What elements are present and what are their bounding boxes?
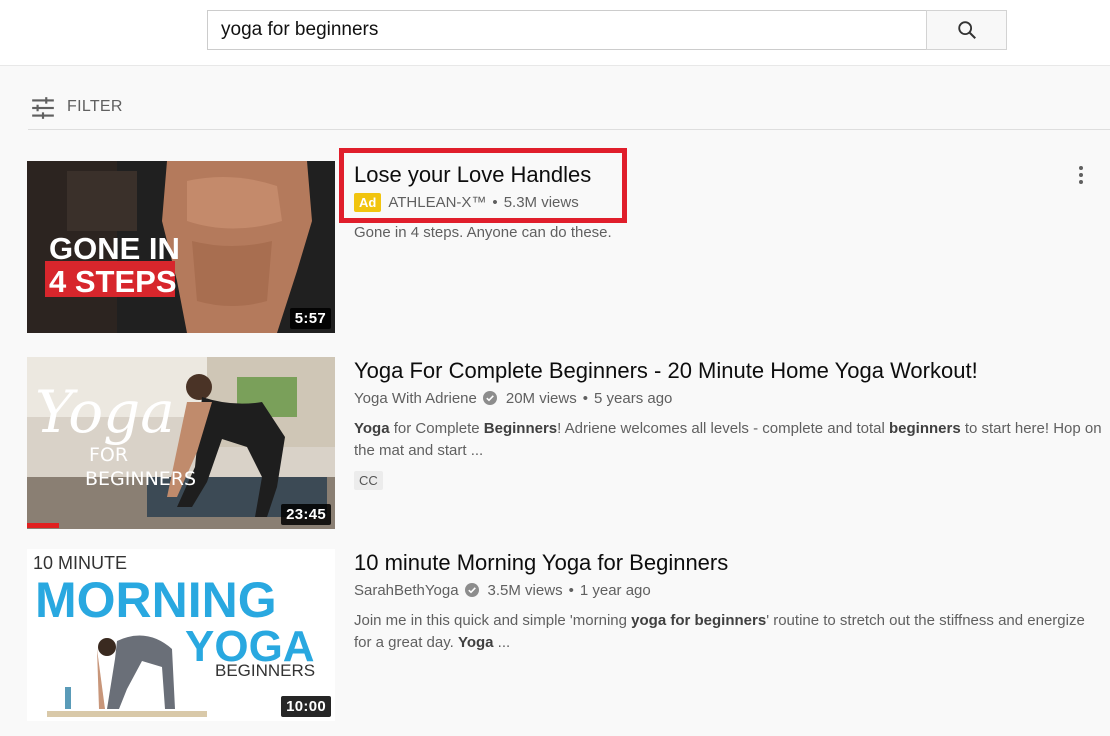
video-description: Join me in this quick and simple 'mornin… <box>354 612 1085 651</box>
search-result: Yoga FOR BEGINNERS 23:45 Yoga For Comple… <box>27 357 1110 529</box>
video-duration: 5:57 <box>289 308 331 329</box>
search-result-ad: GONE IN 4 STEPS 5:57 Lose your Love Hand… <box>27 161 1110 336</box>
video-description: Gone in 4 steps. Anyone can do these. <box>354 224 612 241</box>
desc-bold: Beginners <box>483 420 558 437</box>
upload-age: 1 year ago <box>579 581 651 599</box>
separator-dot: • <box>492 193 498 211</box>
thumb-text-line2: 4 STEPS <box>49 264 177 299</box>
verified-icon <box>482 391 497 405</box>
search-button[interactable] <box>926 10 1007 50</box>
video-duration: 23:45 <box>281 504 331 525</box>
video-meta: Ad ATHLEAN-X™ • 5.3M views <box>354 191 1104 213</box>
separator-dot: • <box>582 389 588 407</box>
view-count: 5.3M views <box>503 193 579 211</box>
view-count: 3.5M views <box>487 581 563 599</box>
video-thumbnail[interactable]: Yoga FOR BEGINNERS 23:45 <box>27 357 335 529</box>
thumbnail-image: GONE IN 4 STEPS <box>27 161 335 333</box>
filter-icon[interactable] <box>30 95 56 121</box>
video-title[interactable]: Yoga For Complete Beginners - 20 Minute … <box>354 357 1104 385</box>
more-options-button[interactable] <box>1069 161 1093 189</box>
desc-bold: beginners <box>888 420 961 437</box>
desc-bold: Yoga <box>457 634 494 651</box>
thumb-text-line2: FOR <box>89 444 128 466</box>
video-info: Lose your Love Handles Ad ATHLEAN-X™ • 5… <box>354 161 1104 244</box>
video-description: Yoga for Complete Beginners! Adriene wel… <box>354 420 1102 459</box>
channel-name[interactable]: Yoga With Adriene <box>354 390 477 407</box>
masthead: yoga for beginners <box>0 0 1110 66</box>
more-icon <box>1079 166 1083 170</box>
video-title[interactable]: Lose your Love Handles <box>354 161 1104 189</box>
thumb-text-line4: BEGINNERS <box>215 661 315 680</box>
separator-dot: • <box>568 581 574 599</box>
filter-bar: FILTER <box>28 85 1110 130</box>
channel-name[interactable]: SarahBethYoga <box>354 582 459 599</box>
video-thumbnail[interactable]: GONE IN 4 STEPS 5:57 <box>27 161 335 333</box>
desc-bold: Yoga <box>354 420 390 437</box>
cc-badge: CC <box>354 471 383 490</box>
ad-badge: Ad <box>354 192 382 212</box>
channel-name[interactable]: ATHLEAN-X™ <box>388 194 486 211</box>
verified-icon <box>464 583 479 597</box>
view-count: 20M views <box>505 389 577 407</box>
desc-bold: yoga for beginners <box>631 612 767 629</box>
video-info: 10 minute Morning Yoga for Beginners Sar… <box>354 549 1104 654</box>
video-title[interactable]: 10 minute Morning Yoga for Beginners <box>354 549 1104 577</box>
thumb-text-line1: 10 MINUTE <box>33 553 127 573</box>
thumb-text-line2: MORNING <box>35 572 277 628</box>
video-meta: SarahBethYoga 3.5M views • 1 year ago <box>354 579 1104 601</box>
thumb-text-line1: GONE IN <box>49 231 180 266</box>
video-info: Yoga For Complete Beginners - 20 Minute … <box>354 357 1104 490</box>
filter-button[interactable]: FILTER <box>67 98 123 116</box>
video-meta: Yoga With Adriene 20M views • 5 years ag… <box>354 387 1104 409</box>
video-duration: 10:00 <box>281 696 331 717</box>
video-thumbnail[interactable]: 10 MINUTE MORNING YOGA BEGINNERS 10:00 <box>27 549 335 721</box>
thumb-text-line3: BEGINNERS <box>85 468 196 490</box>
upload-age: 5 years ago <box>594 389 673 407</box>
search-icon <box>957 21 976 39</box>
search-result: 10 MINUTE MORNING YOGA BEGINNERS 10:00 1… <box>27 549 1110 721</box>
search-input[interactable]: yoga for beginners <box>207 10 927 50</box>
thumb-text-line1: Yoga <box>35 378 175 446</box>
